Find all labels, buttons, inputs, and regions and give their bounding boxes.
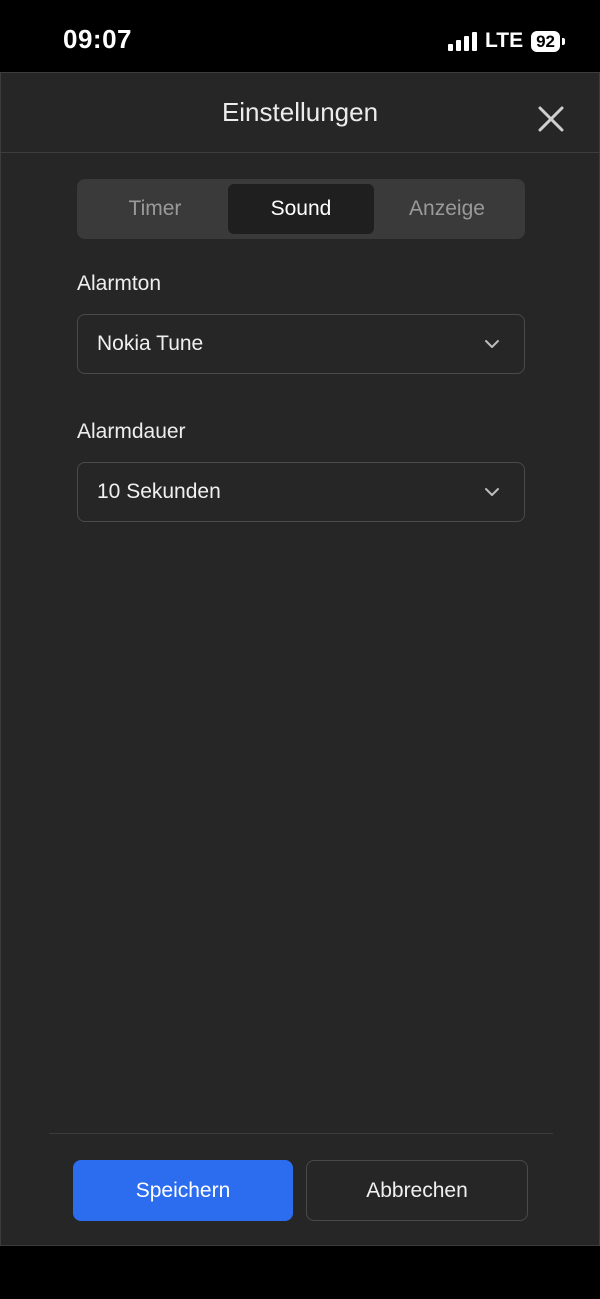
settings-dialog: Einstellungen Timer Sound Anzeige Alarmt… (0, 72, 600, 1246)
chevron-down-icon (485, 340, 499, 348)
cellular-signal-icon (447, 31, 477, 51)
tab-timer[interactable]: Timer (82, 184, 228, 234)
alarm-duration-select[interactable]: 10 Sekunden (77, 462, 525, 522)
close-icon (538, 106, 564, 132)
tab-display[interactable]: Anzeige (374, 184, 520, 234)
save-button[interactable]: Speichern (73, 1160, 293, 1221)
settings-tabs: Timer Sound Anzeige (77, 179, 525, 239)
cancel-button[interactable]: Abbrechen (306, 1160, 528, 1221)
alarm-duration-label: Alarmdauer (77, 420, 186, 443)
chevron-down-icon (485, 488, 499, 496)
alarm-tone-value: Nokia Tune (97, 332, 204, 355)
alarm-tone-select[interactable]: Nokia Tune (77, 314, 525, 374)
network-type: LTE (484, 29, 524, 52)
close-button[interactable] (535, 103, 567, 135)
alarm-duration-value: 10 Sekunden (97, 480, 221, 503)
status-bar: 09:07 LTE 92 (0, 0, 600, 72)
dialog-header: Einstellungen (1, 73, 599, 153)
status-time: 09:07 (63, 24, 132, 54)
status-indicators: LTE 92 (447, 29, 565, 53)
tab-sound[interactable]: Sound (228, 184, 374, 234)
battery-icon: 92 (531, 30, 565, 52)
footer-divider (49, 1133, 553, 1134)
alarm-tone-label: Alarmton (77, 272, 162, 295)
dialog-title: Einstellungen (221, 97, 379, 127)
